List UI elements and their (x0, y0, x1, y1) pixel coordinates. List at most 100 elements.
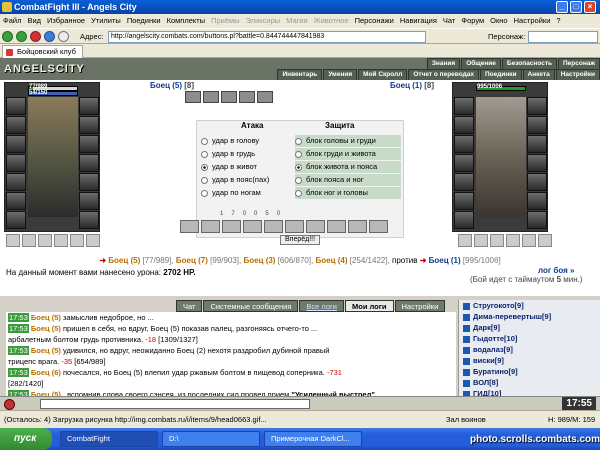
item-slot[interactable] (6, 135, 26, 153)
menu-item[interactable]: Файл (0, 14, 24, 28)
item-slot[interactable] (79, 173, 99, 191)
forward-icon[interactable] (16, 31, 27, 42)
belt-slot[interactable] (327, 220, 346, 233)
attack-option[interactable]: удар в грудь (201, 148, 255, 160)
online-user[interactable]: Дима-перевертыш[9] (459, 311, 600, 322)
team-member-name[interactable]: Боец (7) (176, 256, 208, 265)
ring-slot[interactable] (38, 234, 52, 247)
home-icon[interactable] (58, 31, 69, 42)
menu-item[interactable]: Чат (440, 14, 458, 28)
ring-slot[interactable] (22, 234, 36, 247)
spell-icon[interactable] (203, 91, 219, 103)
online-user[interactable]: Буратино[9] (459, 366, 600, 377)
item-slot[interactable] (454, 154, 474, 172)
attack-option[interactable]: удар в живот (201, 161, 257, 173)
opponent-name[interactable]: Боец (1) (429, 256, 461, 265)
menu-item[interactable]: ? (553, 14, 563, 28)
spell-icon[interactable] (185, 91, 201, 103)
menu-item[interactable]: Утилиты (88, 14, 124, 28)
item-slot[interactable] (454, 135, 474, 153)
item-slot[interactable] (79, 116, 99, 134)
item-slot[interactable] (527, 135, 547, 153)
defense-radio[interactable] (295, 137, 302, 145)
item-slot[interactable] (6, 154, 26, 172)
chat-tab[interactable]: Системные сообщения (203, 300, 299, 312)
defense-radio[interactable] (295, 176, 302, 184)
chat-input[interactable] (40, 399, 310, 409)
item-slot[interactable] (454, 192, 474, 210)
item-slot[interactable] (454, 116, 474, 134)
spell-icon[interactable] (221, 91, 237, 103)
browser-tab[interactable]: Бойцовский клуб (2, 45, 83, 58)
chat-tab[interactable]: Все логи (299, 300, 344, 312)
item-slot[interactable] (6, 173, 26, 191)
defense-radio[interactable] (295, 163, 302, 171)
belt-slot[interactable] (243, 220, 262, 233)
attack-radio[interactable] (201, 150, 208, 158)
defense-option[interactable]: блок головы и груди (295, 135, 401, 147)
ring-slot[interactable] (6, 234, 20, 247)
attack-radio[interactable] (201, 189, 208, 197)
item-slot[interactable] (79, 97, 99, 115)
menu-item[interactable]: Комплекты (164, 14, 209, 28)
item-slot[interactable] (454, 173, 474, 191)
ring-slot[interactable] (458, 234, 472, 247)
left-fighter-name[interactable]: Боец (5) [8] (150, 81, 194, 90)
exit-icon[interactable] (4, 399, 15, 410)
online-user[interactable]: Стругокото[9] (459, 300, 600, 311)
defense-option[interactable]: блок ног и головы (295, 187, 401, 199)
address-input[interactable]: http://angelscity.combats.com/buttons.pl… (108, 31, 426, 43)
ring-slot[interactable] (474, 234, 488, 247)
item-slot[interactable] (6, 211, 26, 229)
stop-icon[interactable] (30, 31, 41, 42)
ring-slot[interactable] (86, 234, 100, 247)
item-slot[interactable] (454, 211, 474, 229)
menu-item[interactable]: Избранное (44, 14, 88, 28)
belt-slot[interactable] (369, 220, 388, 233)
menu-item[interactable]: Навигация (397, 14, 440, 28)
belt-slot[interactable] (222, 220, 241, 233)
belt-slot[interactable] (201, 220, 220, 233)
chat-tab[interactable]: Мои логи (344, 300, 394, 312)
item-slot[interactable] (527, 192, 547, 210)
chat-name[interactable]: Боец (5) (31, 346, 61, 355)
team-member-name[interactable]: Боец (4) (316, 256, 348, 265)
menu-item[interactable]: Поединки (124, 14, 164, 28)
online-user[interactable]: виски[9] (459, 355, 600, 366)
spell-icon[interactable] (257, 91, 273, 103)
chat-tab[interactable]: Настройки (394, 300, 446, 312)
item-slot[interactable] (527, 173, 547, 191)
item-slot[interactable] (79, 135, 99, 153)
menu-item[interactable]: Форум (458, 14, 487, 28)
belt-slot[interactable] (306, 220, 325, 233)
maximize-button[interactable]: □ (570, 1, 582, 13)
item-slot[interactable] (527, 211, 547, 229)
item-slot[interactable] (6, 192, 26, 210)
start-button[interactable]: пуск (0, 428, 52, 450)
ring-slot[interactable] (70, 234, 84, 247)
item-slot[interactable] (6, 97, 26, 115)
chat-name[interactable]: Боец (5) (31, 324, 61, 333)
menu-item[interactable]: Окно (487, 14, 510, 28)
defense-option[interactable]: блок живота и пояса (295, 161, 401, 173)
ring-slot[interactable] (490, 234, 504, 247)
chat-name[interactable]: Боец (5) (31, 313, 61, 322)
attack-radio[interactable] (201, 176, 208, 184)
menu-item[interactable]: Вид (24, 14, 44, 28)
ring-slot[interactable] (522, 234, 536, 247)
menu-item[interactable]: Настройки (511, 14, 554, 28)
online-user[interactable]: ВОЛ[8] (459, 377, 600, 388)
chat-tab[interactable]: Чат (176, 300, 203, 312)
belt-slot[interactable] (180, 220, 199, 233)
item-slot[interactable] (79, 192, 99, 210)
online-user[interactable]: Дарк[9] (459, 322, 600, 333)
belt-slot[interactable] (285, 220, 304, 233)
minimize-button[interactable]: _ (556, 1, 568, 13)
ring-slot[interactable] (538, 234, 552, 247)
defense-option[interactable]: блок груди и живота (295, 148, 401, 160)
menu-item[interactable]: Персонажи (352, 14, 397, 28)
attack-option[interactable]: удар в пояс(пах) (201, 174, 269, 186)
forward-button[interactable]: Вперёд!!! (280, 235, 321, 245)
defense-radio[interactable] (295, 189, 302, 197)
item-slot[interactable] (527, 116, 547, 134)
